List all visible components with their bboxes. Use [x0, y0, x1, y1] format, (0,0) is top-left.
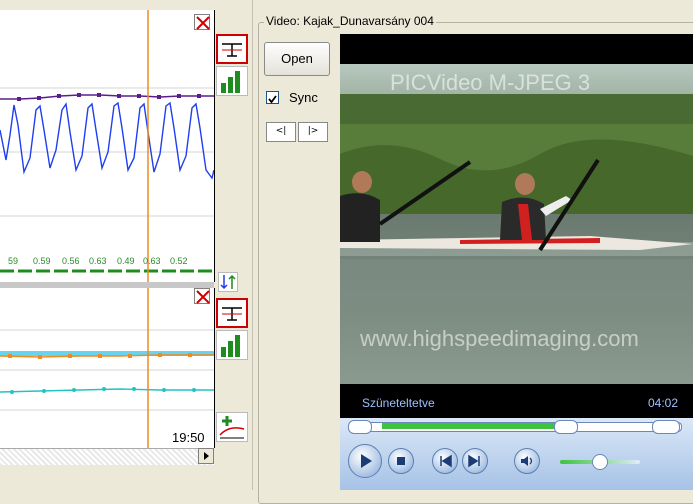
cycle-value: 0.59 [33, 256, 51, 266]
player-controls [340, 418, 693, 490]
bottom-pane-bars-button[interactable] [216, 330, 248, 360]
add-chart-button[interactable] [216, 412, 248, 442]
video-display[interactable]: PICVideo M-JPEG 3 www.highspeedimaging.c… [340, 34, 693, 418]
skip-back-icon [440, 454, 452, 468]
scale-icon [222, 307, 242, 321]
mute-button[interactable] [514, 448, 540, 474]
seek-progress [382, 423, 558, 429]
sync-checkbox[interactable] [266, 91, 279, 104]
player-time: 04:02 [648, 396, 679, 410]
checkmark-icon [268, 95, 277, 104]
series-teal-line [0, 388, 214, 393]
cycle-value: 0.52 [170, 256, 188, 266]
top-pane-close-button[interactable] [194, 14, 210, 30]
pane-sync-button[interactable] [218, 272, 238, 292]
horizontal-scrollbar[interactable] [0, 448, 214, 465]
watermark-bottom: www.highspeedimaging.com [360, 326, 639, 351]
play-icon [361, 454, 372, 468]
bar-chart-icon [221, 71, 240, 93]
scale-icon [222, 43, 242, 57]
stop-button[interactable] [388, 448, 414, 474]
seek-back-handle[interactable] [348, 420, 372, 434]
previous-button[interactable] [432, 448, 458, 474]
step-forward-button[interactable]: |> [298, 122, 328, 142]
top-chart-plot [0, 10, 214, 282]
close-icon [196, 290, 210, 304]
bottom-pane-scale-button[interactable] [216, 298, 248, 328]
cycle-value: 0.63 [143, 256, 161, 266]
skip-forward-icon [468, 454, 480, 468]
step-forward-label: |> [307, 126, 319, 136]
sync-arrows-icon [220, 274, 236, 290]
stop-icon [397, 457, 405, 465]
seek-thumb[interactable] [554, 420, 578, 434]
step-back-button[interactable]: <| [266, 122, 296, 142]
top-pane-bars-button[interactable] [216, 66, 248, 96]
next-button[interactable] [462, 448, 488, 474]
step-back-label: <| [275, 126, 287, 136]
vertical-splitter[interactable] [252, 0, 257, 490]
speaker-icon [521, 456, 533, 466]
cycle-value: 0.63 [89, 256, 107, 266]
bottom-chart-pane[interactable]: 19:50 [0, 288, 215, 448]
bottom-pane-close-button[interactable] [194, 288, 210, 304]
open-video-button[interactable]: Open [264, 42, 330, 76]
play-button[interactable] [348, 444, 382, 478]
cycle-value: 0.56 [62, 256, 80, 266]
add-chart-icon [219, 416, 245, 439]
series-purple-line [0, 94, 214, 100]
arrow-right-icon [204, 452, 209, 460]
scroll-right-button[interactable] [198, 448, 214, 464]
player-status: Szüneteltetve [362, 396, 435, 410]
close-icon [196, 16, 210, 30]
seek-forward-handle[interactable] [652, 420, 680, 434]
top-pane-scale-button[interactable] [216, 34, 248, 64]
top-chart-pane[interactable]: 59 0.59 0.56 0.63 0.49 0.63 0.52 [0, 10, 215, 282]
volume-thumb[interactable] [592, 454, 608, 470]
cycle-value: 0.49 [117, 256, 135, 266]
series-blue-line [0, 101, 214, 180]
time-label: 19:50 [172, 430, 205, 445]
sync-label: Sync [289, 90, 318, 105]
bar-chart-icon [221, 335, 240, 357]
watermark-top: PICVideo M-JPEG 3 [390, 70, 591, 95]
bottom-chart-plot [0, 288, 214, 448]
cycle-value: 59 [8, 256, 19, 266]
video-group-title: Video: Kajak_Dunavarsány 004 [264, 14, 436, 28]
